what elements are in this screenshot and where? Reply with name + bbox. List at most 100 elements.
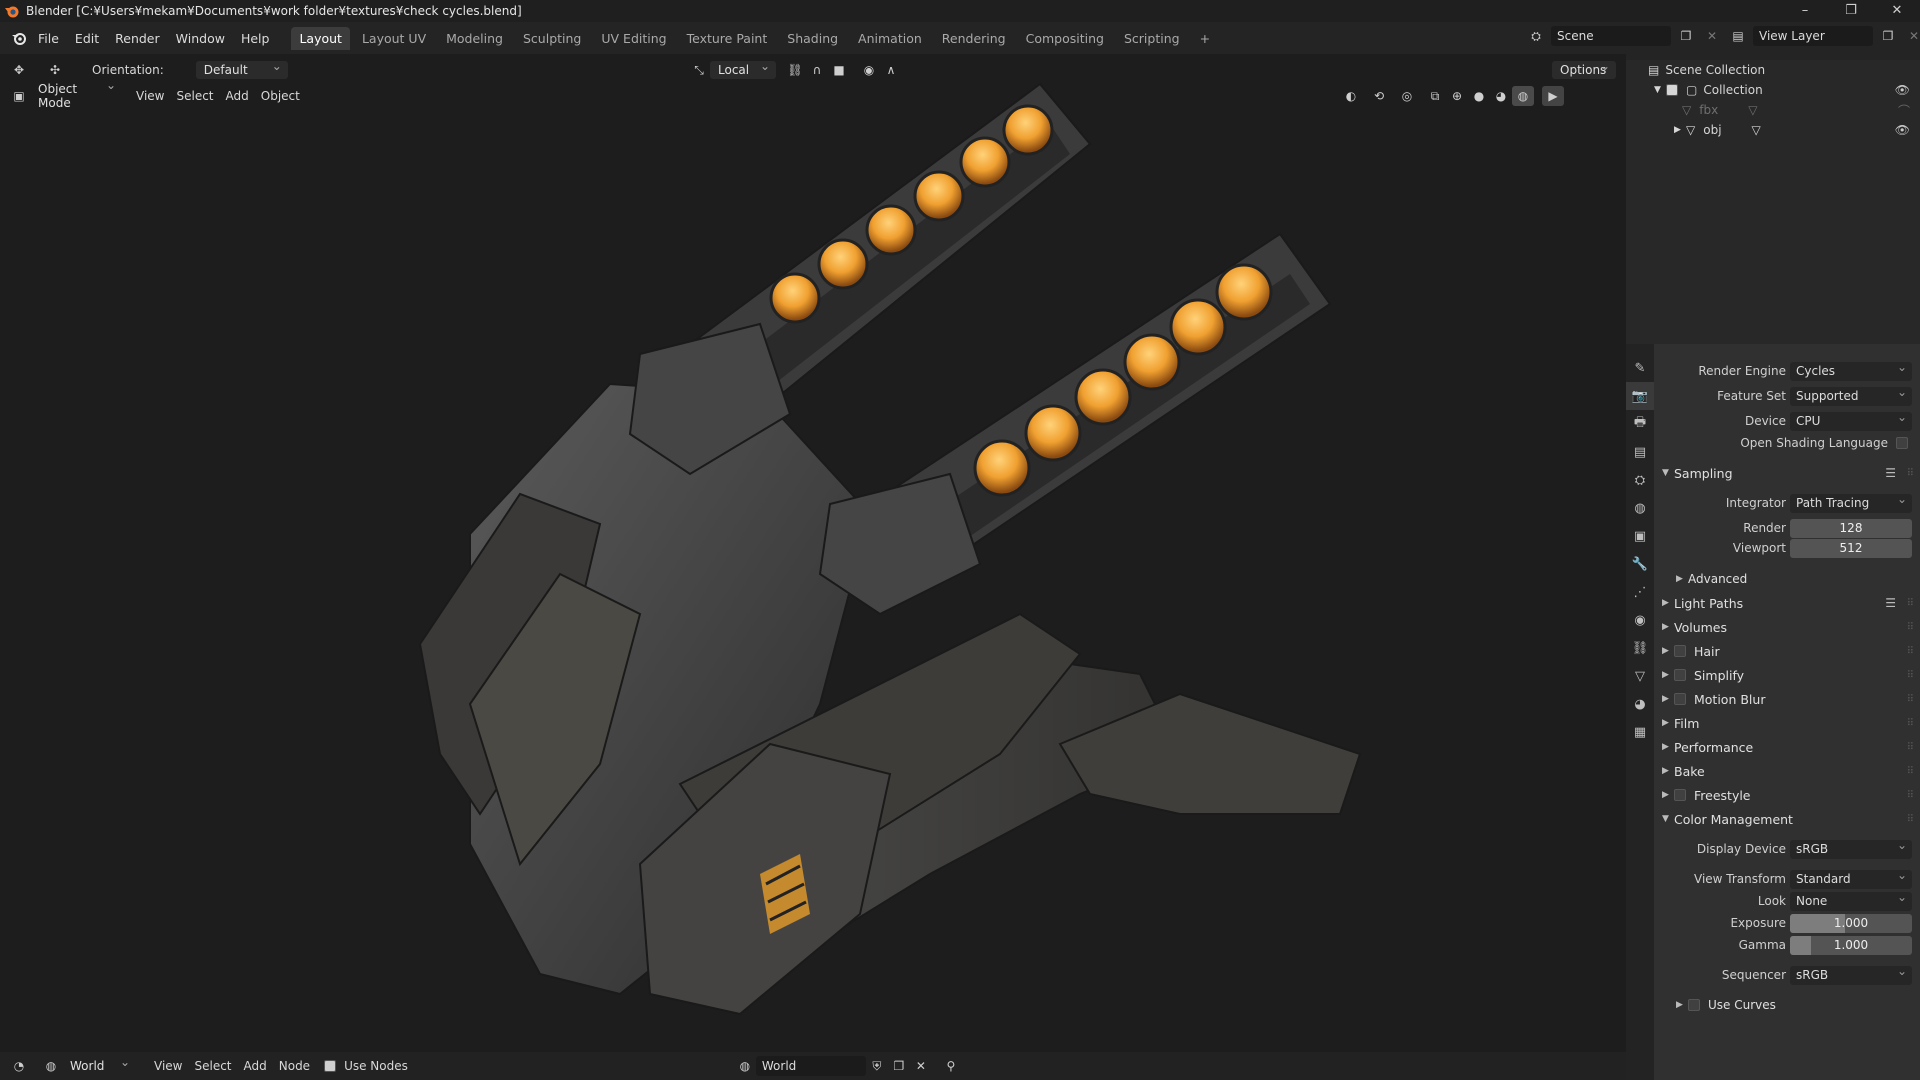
new-world-icon[interactable]: ❐ xyxy=(888,1056,910,1076)
scene-tab-icon[interactable]: ⛭ xyxy=(1626,466,1654,494)
tool-tab-icon[interactable]: ✎ xyxy=(1626,354,1654,382)
delete-scene-icon[interactable]: ✕ xyxy=(1701,26,1723,46)
overlays-icon[interactable]: ◎ xyxy=(1396,86,1418,106)
solid-shading-icon[interactable]: ● xyxy=(1468,86,1490,106)
editor-type-icon[interactable]: ◔ xyxy=(8,1056,30,1076)
shader-type-dropdown[interactable]: World xyxy=(62,1055,136,1075)
gamma-slider[interactable]: 1.000 xyxy=(1790,935,1912,955)
delete-view-layer-icon[interactable]: ✕ xyxy=(1903,26,1920,46)
tab-compositing[interactable]: Compositing xyxy=(1018,27,1112,50)
mode-dropdown[interactable]: Object Mode xyxy=(30,78,122,112)
particles-tab-icon[interactable]: ⋰ xyxy=(1626,578,1654,606)
menu-add[interactable]: Add xyxy=(220,89,255,103)
pivot-dropdown[interactable]: Local xyxy=(710,59,776,79)
footer-menu-node[interactable]: Node xyxy=(273,1059,316,1073)
hair-section-header[interactable]: ▶ Hair xyxy=(1662,644,1720,659)
outliner-scene-collection[interactable]: ▤ Scene Collection xyxy=(1626,60,1920,80)
move-gizmo-icon[interactable]: ✣ xyxy=(44,60,66,80)
orientation-dropdown[interactable]: Default xyxy=(195,59,288,79)
view-object-types-icon[interactable]: ◐ xyxy=(1340,86,1362,106)
simplify-grip-icon[interactable]: ⠿ xyxy=(1907,670,1914,681)
use-nodes-checkbox[interactable] xyxy=(324,1060,337,1072)
tab-uv-editing[interactable]: UV Editing xyxy=(593,27,674,50)
sequencer-dropdown[interactable]: sRGB xyxy=(1790,962,1912,985)
outliner-item-fbx[interactable]: ▽ fbx ▽ ⌒ xyxy=(1626,100,1920,120)
render-engine-dropdown[interactable]: Cycles xyxy=(1790,358,1912,381)
display-device-dropdown[interactable]: sRGB xyxy=(1790,836,1912,859)
menu-object[interactable]: Object xyxy=(255,89,306,103)
simplify-section-header[interactable]: ▶ Simplify xyxy=(1662,668,1744,683)
falloff-icon[interactable]: ∧ xyxy=(880,60,902,80)
color-management-section-header[interactable]: ▼ Color Management xyxy=(1662,812,1793,827)
blender-menu-icon[interactable] xyxy=(8,30,30,46)
close-button[interactable]: ✕ xyxy=(1874,0,1920,22)
feature-set-dropdown[interactable]: Supported xyxy=(1790,383,1912,406)
menu-render[interactable]: Render xyxy=(107,31,168,46)
collection-checkbox[interactable] xyxy=(1666,84,1678,96)
collapse-arrow-icon[interactable]: ▼ xyxy=(1654,85,1666,95)
osl-checkbox[interactable] xyxy=(1896,437,1908,449)
world-tab-icon[interactable]: ◍ xyxy=(1626,494,1654,522)
render-samples-field[interactable]: 128 xyxy=(1790,518,1912,538)
light-paths-section-header[interactable]: ▶ Light Paths xyxy=(1662,596,1743,611)
world-slot-field[interactable]: World xyxy=(755,1056,866,1076)
render-preview-icon[interactable]: ▶ xyxy=(1542,86,1564,106)
tab-scripting[interactable]: Scripting xyxy=(1116,27,1188,50)
advanced-subpanel-header[interactable]: ▶ Advanced xyxy=(1676,572,1747,586)
texture-tab-icon[interactable]: ▦ xyxy=(1626,718,1654,746)
look-dropdown[interactable]: None xyxy=(1790,888,1912,911)
menu-help[interactable]: Help xyxy=(233,31,278,46)
data-tab-icon[interactable]: ▽ xyxy=(1626,662,1654,690)
tab-animation[interactable]: Animation xyxy=(850,27,930,50)
snap-magnet-icon[interactable]: ∩ xyxy=(806,60,828,80)
gizmo-toggle-icon[interactable]: ⟲ xyxy=(1368,86,1390,106)
proportional-edit-icon[interactable]: ◉ xyxy=(858,60,880,80)
integrator-dropdown[interactable]: Path Tracing xyxy=(1790,490,1912,513)
hair-grip-icon[interactable]: ⠿ xyxy=(1907,646,1914,657)
footer-menu-view[interactable]: View xyxy=(148,1059,188,1073)
new-scene-icon[interactable]: ❐ xyxy=(1675,26,1697,46)
view-layer-field[interactable]: View Layer xyxy=(1753,26,1873,46)
light-paths-presets-icon[interactable]: ☰ xyxy=(1885,596,1896,610)
tab-shading[interactable]: Shading xyxy=(779,27,846,50)
snap-link-icon[interactable]: ⛓ xyxy=(784,60,806,80)
obj-visibility-icon[interactable]: 👁 xyxy=(1895,123,1910,137)
options-dropdown[interactable]: Options xyxy=(1552,59,1616,79)
motion-blur-checkbox[interactable] xyxy=(1674,693,1686,705)
fbx-visibility-icon[interactable]: ⌒ xyxy=(1898,102,1910,119)
output-tab-icon[interactable]: 🖶 xyxy=(1626,410,1654,438)
material-shading-icon[interactable]: ◕ xyxy=(1490,86,1512,106)
object-tab-icon[interactable]: ▣ xyxy=(1626,522,1654,550)
bake-grip-icon[interactable]: ⠿ xyxy=(1907,766,1914,777)
motion-blur-section-header[interactable]: ▶ Motion Blur xyxy=(1662,692,1765,707)
performance-grip-icon[interactable]: ⠿ xyxy=(1907,742,1914,753)
wireframe-shading-icon[interactable]: ⊕ xyxy=(1446,86,1468,106)
collection-visibility-icon[interactable]: 👁 xyxy=(1895,83,1910,97)
scene-name-field[interactable]: Scene xyxy=(1551,26,1671,46)
minimize-button[interactable]: – xyxy=(1782,0,1828,22)
xray-icon[interactable]: ⧉ xyxy=(1424,86,1446,106)
modifier-tab-icon[interactable]: 🔧 xyxy=(1626,550,1654,578)
exposure-slider[interactable]: 1.000 xyxy=(1790,913,1912,933)
sampling-grip-icon[interactable]: ⠿ xyxy=(1907,468,1914,479)
unlink-world-icon[interactable]: ✕ xyxy=(910,1056,932,1076)
sampling-section-header[interactable]: ▼ Sampling xyxy=(1662,466,1733,481)
view-transform-dropdown[interactable]: Standard xyxy=(1790,866,1912,889)
add-workspace-button[interactable]: + xyxy=(1192,27,1218,50)
simplify-checkbox[interactable] xyxy=(1674,669,1686,681)
sampling-presets-icon[interactable]: ☰ xyxy=(1885,466,1896,480)
render-tab-icon[interactable]: 📷 xyxy=(1626,382,1654,410)
view-layer-browse-icon[interactable]: ▤ xyxy=(1727,26,1749,46)
expand-arrow-icon[interactable]: ▶ xyxy=(1674,125,1686,135)
footer-menu-add[interactable]: Add xyxy=(238,1059,273,1073)
viewport-samples-field[interactable]: 512 xyxy=(1790,538,1912,558)
device-dropdown[interactable]: CPU xyxy=(1790,408,1912,431)
tab-modeling[interactable]: Modeling xyxy=(438,27,511,50)
use-curves-subpanel-header[interactable]: ▶ Use Curves xyxy=(1676,998,1776,1012)
tab-texture-paint[interactable]: Texture Paint xyxy=(679,27,776,50)
freestyle-checkbox[interactable] xyxy=(1674,789,1686,801)
pin-icon[interactable]: ⚲ xyxy=(940,1056,962,1076)
tab-sculpting[interactable]: Sculpting xyxy=(515,27,589,50)
snap-target-icon[interactable]: ■ xyxy=(828,60,850,80)
constraints-tab-icon[interactable]: ⛓ xyxy=(1626,634,1654,662)
